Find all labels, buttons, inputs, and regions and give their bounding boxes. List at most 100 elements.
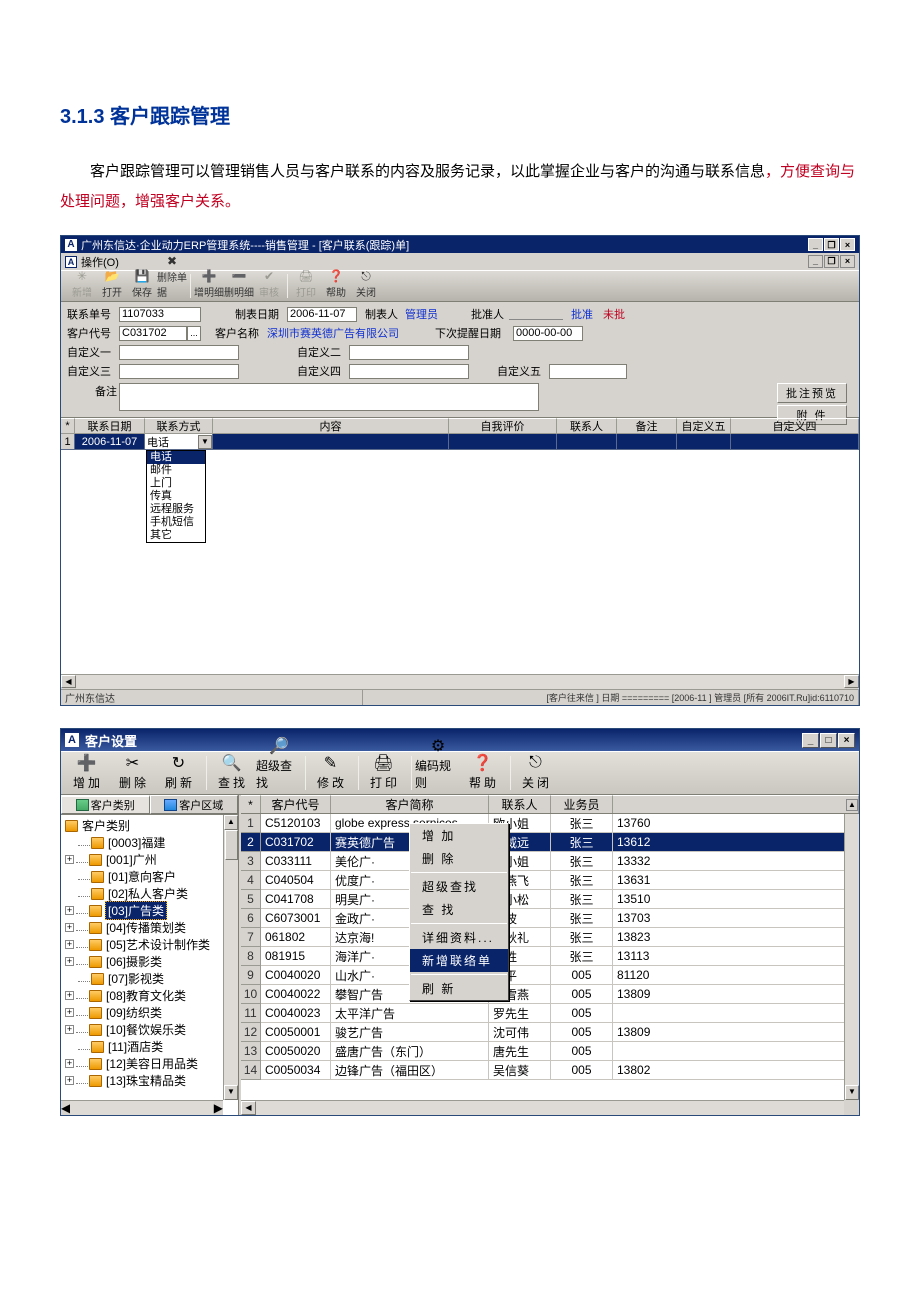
tree-node[interactable]: [01]意向客户	[65, 868, 236, 885]
tree-node[interactable]: [0003]福建	[65, 834, 236, 851]
cust-code-field[interactable]: C031702	[119, 326, 187, 341]
scroll-down-button[interactable]: ▼	[845, 1085, 859, 1100]
combo-option[interactable]: 远程服务	[147, 503, 205, 516]
mdi-close-button[interactable]: ×	[840, 255, 855, 268]
remark-preview-button[interactable]: 批注预览	[777, 383, 847, 403]
toolbar-帮助-button[interactable]: ❓帮助	[321, 272, 351, 300]
customer-row[interactable]: 6C6073001金政广·石波张三13703	[241, 909, 859, 928]
cell-content[interactable]	[213, 434, 449, 450]
cell-c5[interactable]	[677, 434, 731, 450]
minimize-button[interactable]: _	[802, 733, 819, 748]
toolbar-编码规则-button[interactable]: ⚙编码规则	[415, 753, 461, 793]
tree-node[interactable]: +[13]珠宝精品类	[65, 1072, 236, 1089]
detail-row[interactable]: 1 2006-11-07 电话 ▼	[61, 434, 859, 450]
custom4-field[interactable]	[349, 364, 469, 379]
chevron-down-icon[interactable]: ▼	[198, 435, 212, 449]
customer-row[interactable]: 14C0050034边锋广告（福田区）吴信葵00513802	[241, 1061, 859, 1080]
toolbar-增明细-button[interactable]: ➕增明细	[194, 272, 224, 300]
toolbar-修改-button[interactable]: ✎修改	[309, 753, 355, 793]
maximize-button[interactable]: □	[820, 733, 837, 748]
custom3-field[interactable]	[119, 364, 239, 379]
tree-node[interactable]: [07]影视类	[65, 970, 236, 987]
context-menu-item[interactable]: 超级查找	[410, 875, 508, 898]
tab-customer-region[interactable]: 客户区域	[150, 795, 239, 814]
col-cust-code[interactable]: 客户代号	[261, 795, 331, 813]
expand-icon[interactable]: +	[65, 923, 74, 932]
expand-icon[interactable]: +	[65, 1076, 74, 1085]
context-menu-item[interactable]: 增 加	[410, 824, 508, 847]
tree-node[interactable]: +[06]摄影类	[65, 953, 236, 970]
expand-icon[interactable]: +	[65, 957, 74, 966]
cust-code-lookup-button[interactable]: ...	[187, 326, 201, 341]
toolbar-关闭-button[interactable]: ⎋关闭	[514, 753, 560, 793]
tree-node[interactable]: +[04]传播策划类	[65, 919, 236, 936]
mdi-restore-button[interactable]: ❐	[824, 255, 839, 268]
custom1-field[interactable]	[119, 345, 239, 360]
expand-icon[interactable]: +	[65, 906, 74, 915]
menu-operations[interactable]: 操作(O)	[81, 254, 119, 270]
create-date-field[interactable]: 2006-11-07	[287, 307, 357, 322]
col-contact-person[interactable]: 联系人	[557, 418, 617, 434]
context-menu-item[interactable]: 查 找	[410, 898, 508, 921]
customer-row[interactable]: 9C0040020山水广·李平00581120	[241, 966, 859, 985]
toolbar-帮助-button[interactable]: ❓帮助	[461, 753, 507, 793]
detail-grid-body[interactable]: 1 2006-11-07 电话 ▼ 电话邮件上门传真远程服务手机短信其它	[61, 434, 859, 674]
expand-icon[interactable]: +	[65, 1008, 74, 1017]
expand-icon[interactable]: +	[65, 1059, 74, 1068]
col-content[interactable]: 内容	[213, 418, 449, 434]
cust-name-link[interactable]: 深圳市赛英德广告有限公司	[267, 325, 417, 341]
toolbar-打印-button[interactable]: 🖨打印	[362, 753, 408, 793]
col-contact-method[interactable]: 联系方式	[145, 418, 213, 434]
expand-icon[interactable]: +	[65, 940, 74, 949]
tree-node[interactable]: +[05]艺术设计制作类	[65, 936, 236, 953]
col-sales[interactable]: 业务员	[551, 795, 613, 813]
unapprove-link[interactable]: 未批	[603, 306, 625, 322]
scroll-up-button[interactable]: ▲	[846, 799, 858, 811]
minimize-button[interactable]: _	[808, 238, 823, 251]
toolbar-审核-button[interactable]: ✔审核	[254, 272, 284, 300]
toolbar-删除-button[interactable]: ✂删除	[111, 753, 157, 793]
tree-root-label[interactable]: 客户类别	[81, 817, 131, 834]
close-button[interactable]: ×	[840, 238, 855, 251]
scroll-track[interactable]	[256, 1101, 844, 1115]
col-self-eval[interactable]: 自我评价	[449, 418, 557, 434]
scroll-down-button[interactable]: ▼	[224, 1085, 238, 1100]
col-contact-date[interactable]: 联系日期	[75, 418, 145, 434]
v-scrollbar[interactable]: ▲ ▼	[223, 815, 238, 1100]
next-date-field[interactable]: 0000-00-00	[513, 326, 583, 341]
customer-row[interactable]: 11C0040023太平洋广告罗先生005	[241, 1004, 859, 1023]
col-custom5[interactable]: 自定义五	[677, 418, 731, 434]
customer-row[interactable]: 10C0040022攀智广告涂雪燕00513809	[241, 985, 859, 1004]
cell-method-combo[interactable]: 电话 ▼	[145, 434, 213, 450]
col-extra[interactable]: ▲	[613, 795, 859, 813]
customer-row[interactable]: 5C041708明昊广·彭小松张三13510	[241, 890, 859, 909]
combo-option[interactable]: 手机短信	[147, 516, 205, 529]
cell-person[interactable]	[557, 434, 617, 450]
toolbar-关闭-button[interactable]: ⎋关闭	[351, 272, 381, 300]
approve-link[interactable]: 批准	[571, 306, 593, 322]
scroll-left-button[interactable]: ◀	[61, 1101, 70, 1115]
customer-row[interactable]: 4C040504优度广·梁燕飞张三13631	[241, 871, 859, 890]
combo-option[interactable]: 传真	[147, 490, 205, 503]
cell-eval[interactable]	[449, 434, 557, 450]
toolbar-刷新-button[interactable]: ↻刷新	[157, 753, 203, 793]
combo-option[interactable]: 上门	[147, 477, 205, 490]
close-button[interactable]: ×	[838, 733, 855, 748]
tree-node[interactable]: [02]私人客户类	[65, 885, 236, 902]
tree-node[interactable]: +[09]纺织类	[65, 1004, 236, 1021]
h-scrollbar[interactable]: ◀ ▶	[241, 1100, 859, 1115]
tree-node[interactable]: [11]酒店类	[65, 1038, 236, 1055]
toolbar-超级查找-button[interactable]: 🔎超级查找	[256, 753, 302, 793]
toolbar-打印-button[interactable]: 🖨打印	[291, 272, 321, 300]
customer-row[interactable]: 3C033111美伦广·贾小姐张三13332	[241, 852, 859, 871]
cell-remark[interactable]	[617, 434, 677, 450]
col-remark[interactable]: 备注	[617, 418, 677, 434]
context-menu-item[interactable]: 详细资料...	[410, 926, 508, 949]
toolbar-保存-button[interactable]: 💾保存	[127, 272, 157, 300]
toolbar-删除单据-button[interactable]: ✖删除单据	[157, 272, 187, 300]
scroll-right-button[interactable]: ▶	[844, 675, 859, 688]
maximize-button[interactable]: ❐	[824, 238, 839, 251]
h-scrollbar[interactable]: ◀ ▶	[61, 674, 859, 689]
combo-option[interactable]: 电话	[147, 451, 205, 464]
expand-icon[interactable]: +	[65, 991, 74, 1000]
